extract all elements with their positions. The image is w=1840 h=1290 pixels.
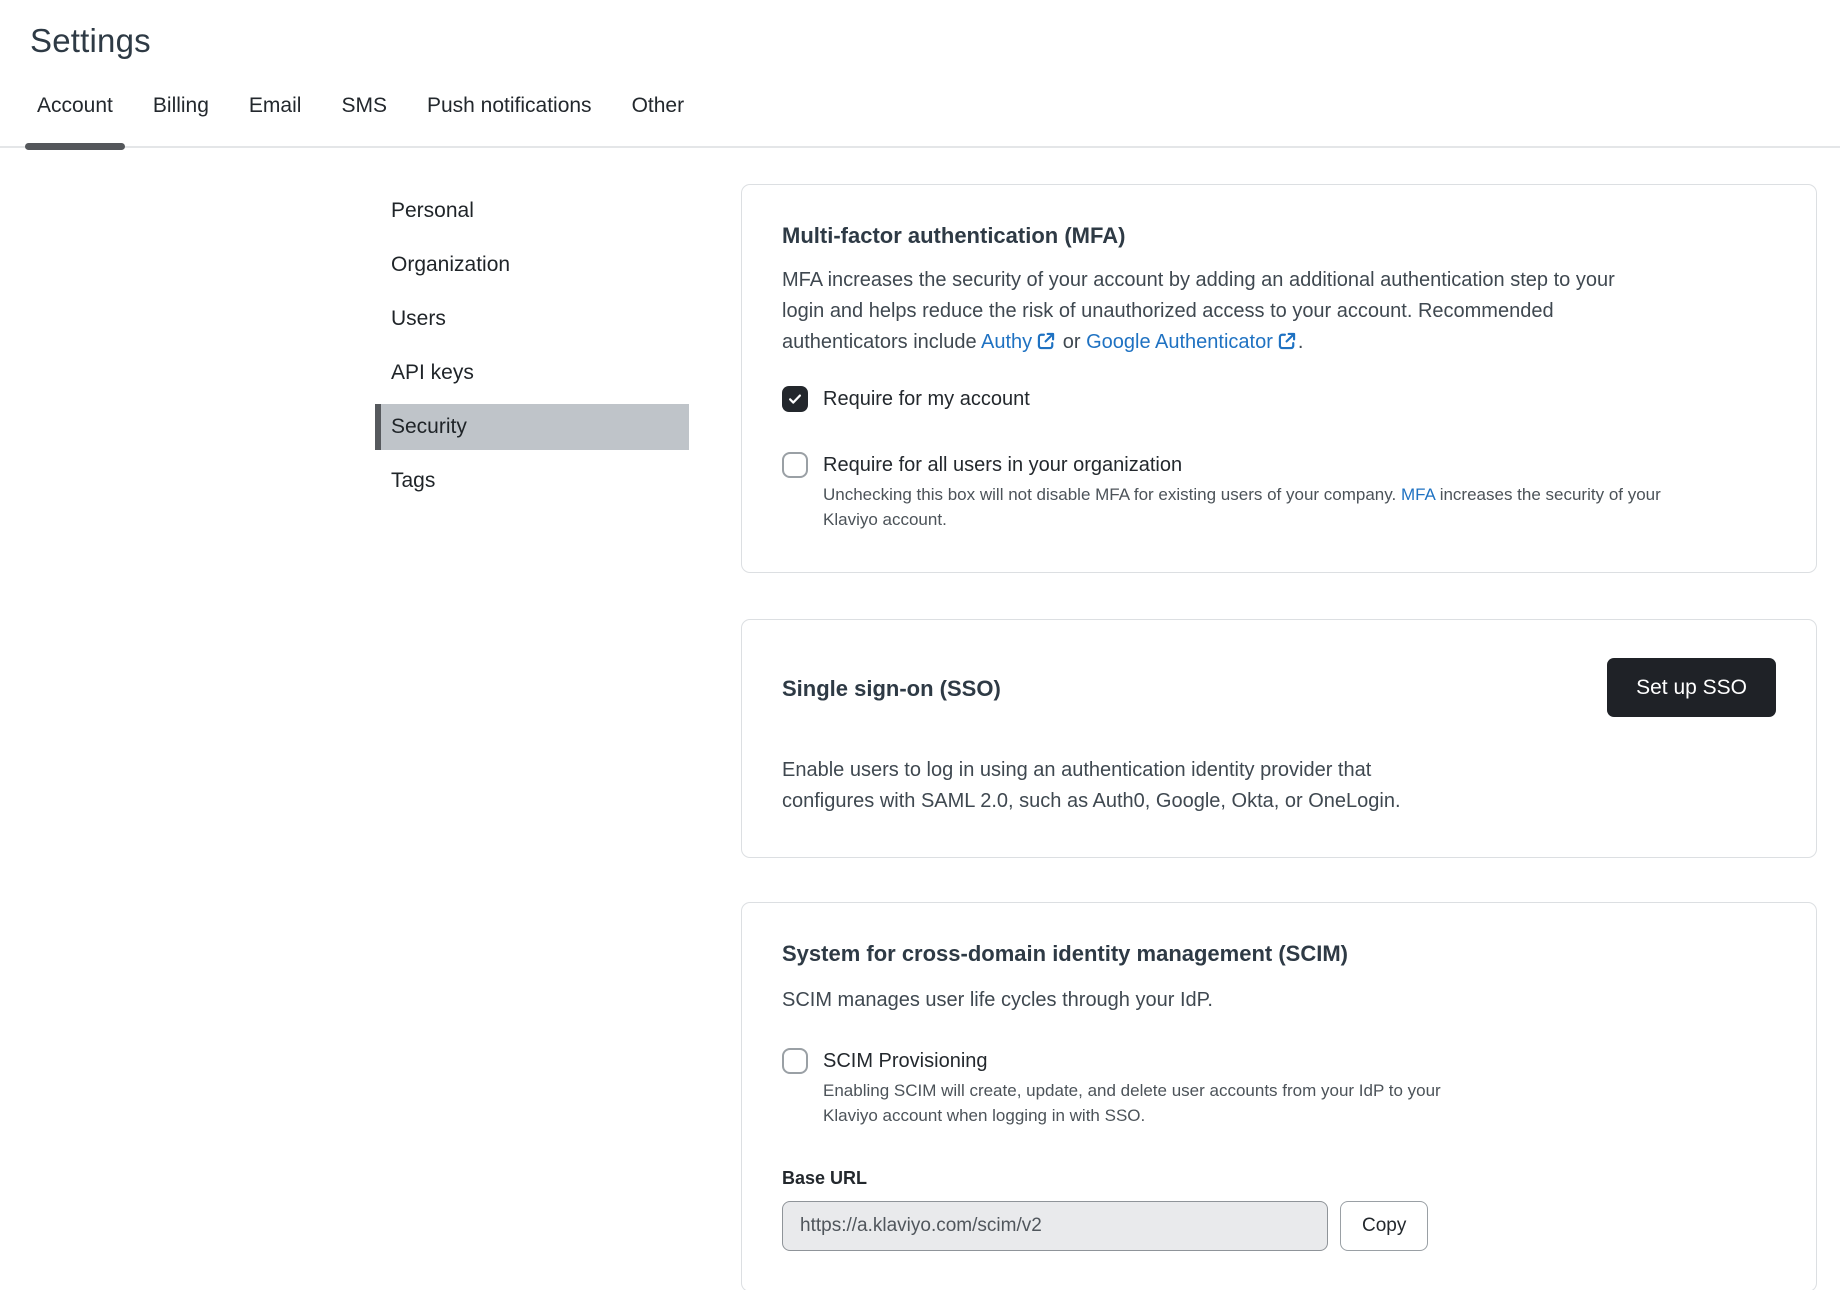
mfa-help-link[interactable]: MFA <box>1401 485 1435 504</box>
settings-content: Multi-factor authentication (MFA) MFA in… <box>741 148 1817 1290</box>
sidebar-item-organization[interactable]: Organization <box>375 242 689 288</box>
tab-push-notifications[interactable]: Push notifications <box>427 94 592 146</box>
scim-provisioning-row[interactable]: SCIM Provisioning <box>782 1048 1776 1074</box>
base-url-input[interactable] <box>782 1201 1328 1251</box>
mfa-require-org-row[interactable]: Require for all users in your organizati… <box>782 452 1776 478</box>
main-layout: Personal Organization Users API keys Sec… <box>0 148 1840 1290</box>
external-link-icon <box>1277 330 1297 350</box>
mfa-description-line3-end: . <box>1298 331 1304 353</box>
mfa-description-line3-mid: or <box>1057 331 1086 353</box>
authy-link[interactable]: Authy <box>981 331 1032 353</box>
base-url-label: Base URL <box>782 1168 1776 1189</box>
mfa-help-line2: Klaviyo account. <box>823 507 1776 532</box>
mfa-require-account-row[interactable]: Require for my account <box>782 386 1776 412</box>
sso-description-line2: configures with SAML 2.0, such as Auth0,… <box>782 786 1776 817</box>
mfa-description-line1: MFA increases the security of your accou… <box>782 265 1776 296</box>
tab-email[interactable]: Email <box>249 94 302 146</box>
mfa-require-account-label: Require for my account <box>823 388 1030 411</box>
tab-billing[interactable]: Billing <box>153 94 209 146</box>
copy-button[interactable]: Copy <box>1340 1201 1428 1251</box>
mfa-require-org-label: Require for all users in your organizati… <box>823 454 1182 477</box>
mfa-require-org-help: Unchecking this box will not disable MFA… <box>823 482 1776 532</box>
tab-other[interactable]: Other <box>632 94 685 146</box>
mfa-require-account-checkbox[interactable] <box>782 386 808 412</box>
scim-provisioning-checkbox[interactable] <box>782 1048 808 1074</box>
sidebar-item-users[interactable]: Users <box>375 296 689 342</box>
scim-provisioning-help: Enabling SCIM will create, update, and d… <box>823 1078 1776 1128</box>
mfa-card-title: Multi-factor authentication (MFA) <box>782 223 1776 249</box>
external-link-icon <box>1036 330 1056 350</box>
scim-description: SCIM manages user life cycles through yo… <box>782 985 1776 1016</box>
sidebar-item-api-keys[interactable]: API keys <box>375 350 689 396</box>
tab-sms[interactable]: SMS <box>341 94 387 146</box>
mfa-help-line1: Unchecking this box will not disable MFA… <box>823 482 1776 507</box>
google-authenticator-link[interactable]: Google Authenticator <box>1086 331 1273 353</box>
mfa-require-org-checkbox[interactable] <box>782 452 808 478</box>
sidebar-item-personal[interactable]: Personal <box>375 188 689 234</box>
mfa-description: MFA increases the security of your accou… <box>782 265 1776 358</box>
sso-card: Single sign-on (SSO) Set up SSO Enable u… <box>741 619 1817 858</box>
sso-card-title: Single sign-on (SSO) <box>782 676 1001 702</box>
sidebar-item-tags[interactable]: Tags <box>375 458 689 504</box>
mfa-description-line3-pre: authenticators include <box>782 331 981 353</box>
mfa-card: Multi-factor authentication (MFA) MFA in… <box>741 184 1817 573</box>
page-header: Settings <box>0 0 1840 60</box>
scim-help-line2: Klaviyo account when logging in with SSO… <box>823 1103 1776 1128</box>
page-title: Settings <box>30 22 1840 60</box>
sidebar-item-security[interactable]: Security <box>375 404 689 450</box>
mfa-description-line2: login and helps reduce the risk of unaut… <box>782 296 1776 327</box>
scim-card-title: System for cross-domain identity managem… <box>782 941 1776 967</box>
scim-help-line1: Enabling SCIM will create, update, and d… <box>823 1078 1776 1103</box>
sso-description: Enable users to log in using an authenti… <box>782 755 1776 817</box>
mfa-help-line1-pre: Unchecking this box will not disable MFA… <box>823 485 1401 504</box>
tab-account[interactable]: Account <box>37 94 113 146</box>
mfa-help-line1-post: increases the security of your <box>1435 485 1661 504</box>
scim-card: System for cross-domain identity managem… <box>741 902 1817 1290</box>
set-up-sso-button[interactable]: Set up SSO <box>1607 658 1776 717</box>
scim-description-line: SCIM manages user life cycles through yo… <box>782 985 1776 1016</box>
tab-bar: Account Billing Email SMS Push notificat… <box>0 94 1840 148</box>
scim-provisioning-label: SCIM Provisioning <box>823 1050 988 1073</box>
mfa-description-line3: authenticators include Authy or Google A… <box>782 327 1776 358</box>
sso-description-line1: Enable users to log in using an authenti… <box>782 755 1776 786</box>
settings-subnav: Personal Organization Users API keys Sec… <box>375 188 689 512</box>
base-url-row: Copy <box>782 1201 1776 1251</box>
